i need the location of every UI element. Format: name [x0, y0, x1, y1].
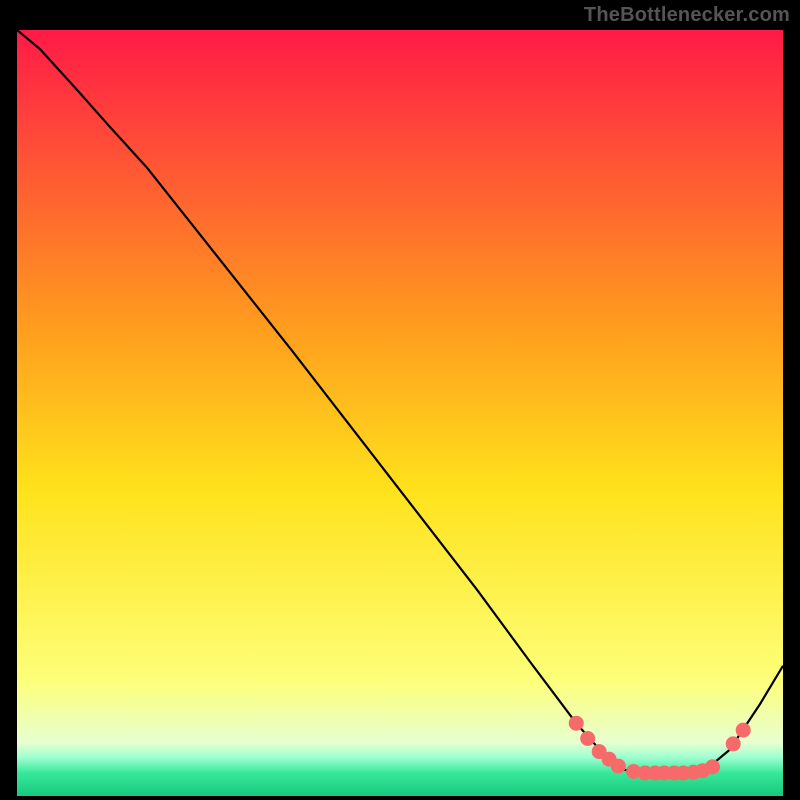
curve-marker [580, 731, 595, 746]
curve-marker [736, 723, 751, 738]
chart-frame: TheBottlenecker.com [0, 0, 800, 800]
curve-marker [569, 716, 584, 731]
curve-marker [726, 736, 741, 751]
curve-marker [705, 759, 720, 774]
attribution-text: TheBottlenecker.com [584, 4, 790, 27]
gradient-background [17, 30, 783, 796]
bottleneck-chart [17, 30, 783, 796]
curve-marker [611, 759, 626, 774]
